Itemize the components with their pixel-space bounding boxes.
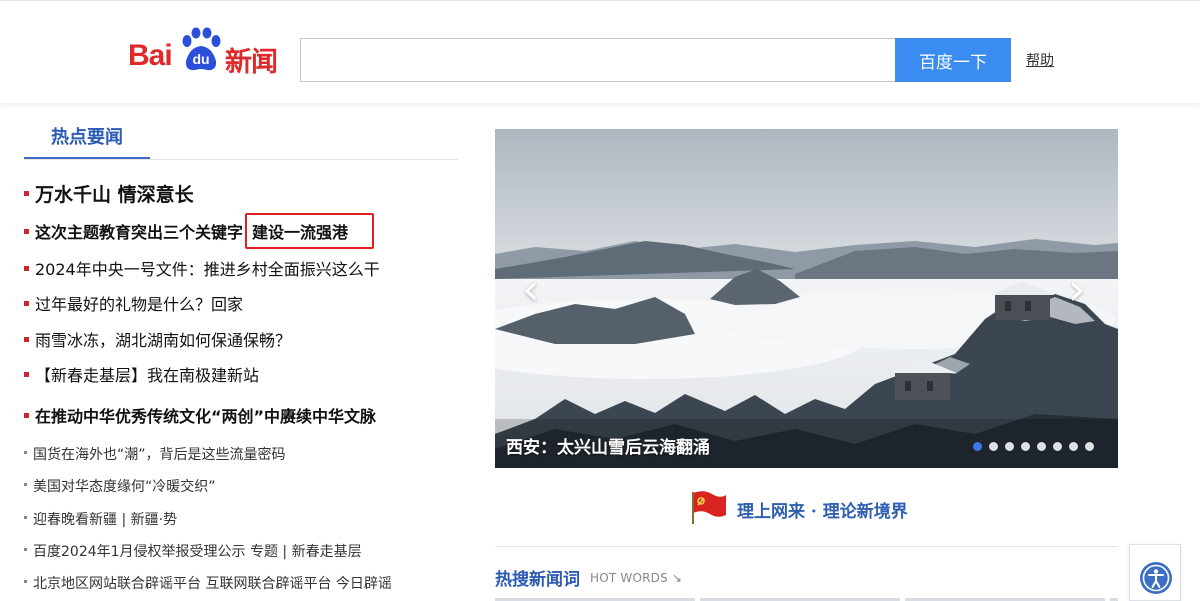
chevron-right-icon[interactable]: ›	[1068, 268, 1086, 312]
news-title[interactable]: 2024年中央一号文件：推进乡村全面振兴这么干	[35, 260, 380, 279]
logo-paw-text: du	[192, 51, 209, 67]
bullet-icon	[24, 413, 29, 418]
search-input[interactable]	[300, 38, 897, 82]
carousel-dot[interactable]	[1021, 442, 1030, 451]
party-flag-icon	[692, 491, 726, 524]
section-divider	[24, 159, 458, 160]
news-title[interactable]: 美国对华态度缘何“冷暖交织”	[33, 479, 216, 495]
carousel-caption[interactable]: 西安：太兴山雪后云海翻涌	[506, 433, 710, 458]
search-button[interactable]: 百度一下	[895, 38, 1011, 82]
news-title[interactable]: 雨雪冰冻，湖北湖南如何保通保畅？	[35, 331, 291, 350]
carousel-dot[interactable]	[1005, 442, 1014, 451]
bullet-icon	[24, 301, 29, 306]
bullet-icon	[24, 337, 29, 342]
tab-hot-news[interactable]: 热点要闻	[24, 125, 150, 160]
list-item[interactable]: 北京地区网站联合辟谣平台 互联网联合辟谣平台 今日辟谣	[24, 573, 392, 593]
baidu-news-logo[interactable]: Bai du 新闻	[128, 25, 280, 78]
bullet-icon	[24, 191, 29, 196]
baidu-paw-icon: du	[182, 27, 221, 71]
list-item[interactable]: 万水千山 情深意长	[24, 180, 194, 207]
news-title[interactable]: 过年最好的礼物是什么？回家	[35, 295, 243, 314]
bullet-icon	[24, 482, 27, 486]
carousel-dot[interactable]	[1085, 442, 1094, 451]
list-item[interactable]: 国货在海外也“潮”，背后是这些流量密码	[24, 444, 286, 464]
mountain-sea-of-clouds-photo	[495, 129, 1118, 468]
carousel-dot[interactable]	[989, 442, 998, 451]
news-title[interactable]: 这次主题教育突出三个关键字	[35, 223, 243, 242]
list-item[interactable]: 迎春晚看新疆 | 新疆·势	[24, 509, 177, 529]
news-title[interactable]: 迎春晚看新疆 | 新疆·势	[33, 512, 177, 528]
bullet-icon	[24, 229, 29, 234]
news-title[interactable]: 百度2024年1月侵权举报受理公示 专题 | 新春走基层	[33, 544, 362, 560]
section-divider	[495, 546, 1118, 547]
logo-text-news: 新闻	[225, 47, 278, 78]
highlighted-news-title[interactable]: 建设一流强港	[245, 213, 375, 249]
site-header: Bai du 新闻 百度一下 帮助	[0, 0, 1200, 103]
logo-text-bai: Bai	[128, 39, 173, 72]
list-item[interactable]: 美国对华态度缘何“冷暖交织”	[24, 476, 216, 496]
bullet-icon	[24, 547, 27, 551]
hot-words-subtitle: HOT WORDS ↘	[590, 571, 683, 585]
news-title[interactable]: 万水千山 情深意长	[35, 184, 194, 206]
news-title[interactable]: 【新春走基层】我在南极建新站	[35, 366, 259, 385]
list-item[interactable]: 百度2024年1月侵权举报受理公示 专题 | 新春走基层	[24, 541, 362, 561]
carousel-dot[interactable]	[1053, 442, 1062, 451]
help-link[interactable]: 帮助	[1026, 50, 1054, 70]
bullet-icon	[24, 579, 27, 583]
bullet-icon	[24, 450, 27, 454]
bullet-icon	[24, 266, 29, 271]
list-item[interactable]: 雨雪冰冻，湖北湖南如何保通保畅？	[24, 327, 291, 351]
chevron-left-icon[interactable]: ‹	[522, 268, 540, 312]
list-item[interactable]: 这次主题教育突出三个关键字 建设一流强港	[24, 213, 375, 249]
news-title[interactable]: 在推动中华优秀传统文化“两创”中赓续中华文脉	[35, 407, 376, 426]
carousel-dot[interactable]	[1069, 442, 1078, 451]
bullet-icon	[24, 515, 27, 519]
carousel-dot[interactable]	[973, 442, 982, 451]
news-carousel-image[interactable]	[495, 129, 1118, 468]
news-title[interactable]: 国货在海外也“潮”，背后是这些流量密码	[33, 447, 286, 463]
hot-words-title: 热搜新闻词	[495, 570, 580, 590]
list-item[interactable]: 2024年中央一号文件：推进乡村全面振兴这么干	[24, 256, 380, 280]
accessibility-button[interactable]	[1129, 544, 1181, 601]
carousel-dot[interactable]	[1037, 442, 1046, 451]
list-item[interactable]: 在推动中华优秀传统文化“两创”中赓续中华文脉	[24, 403, 376, 427]
bullet-icon	[24, 372, 29, 377]
banner-text[interactable]: 理上网来 · 理论新境界	[737, 497, 908, 522]
list-item[interactable]: 过年最好的礼物是什么？回家	[24, 291, 243, 315]
news-title[interactable]: 北京地区网站联合辟谣平台 互联网联合辟谣平台 今日辟谣	[33, 576, 392, 592]
list-item[interactable]: 【新春走基层】我在南极建新站	[24, 362, 259, 386]
accessibility-icon	[1140, 562, 1172, 594]
